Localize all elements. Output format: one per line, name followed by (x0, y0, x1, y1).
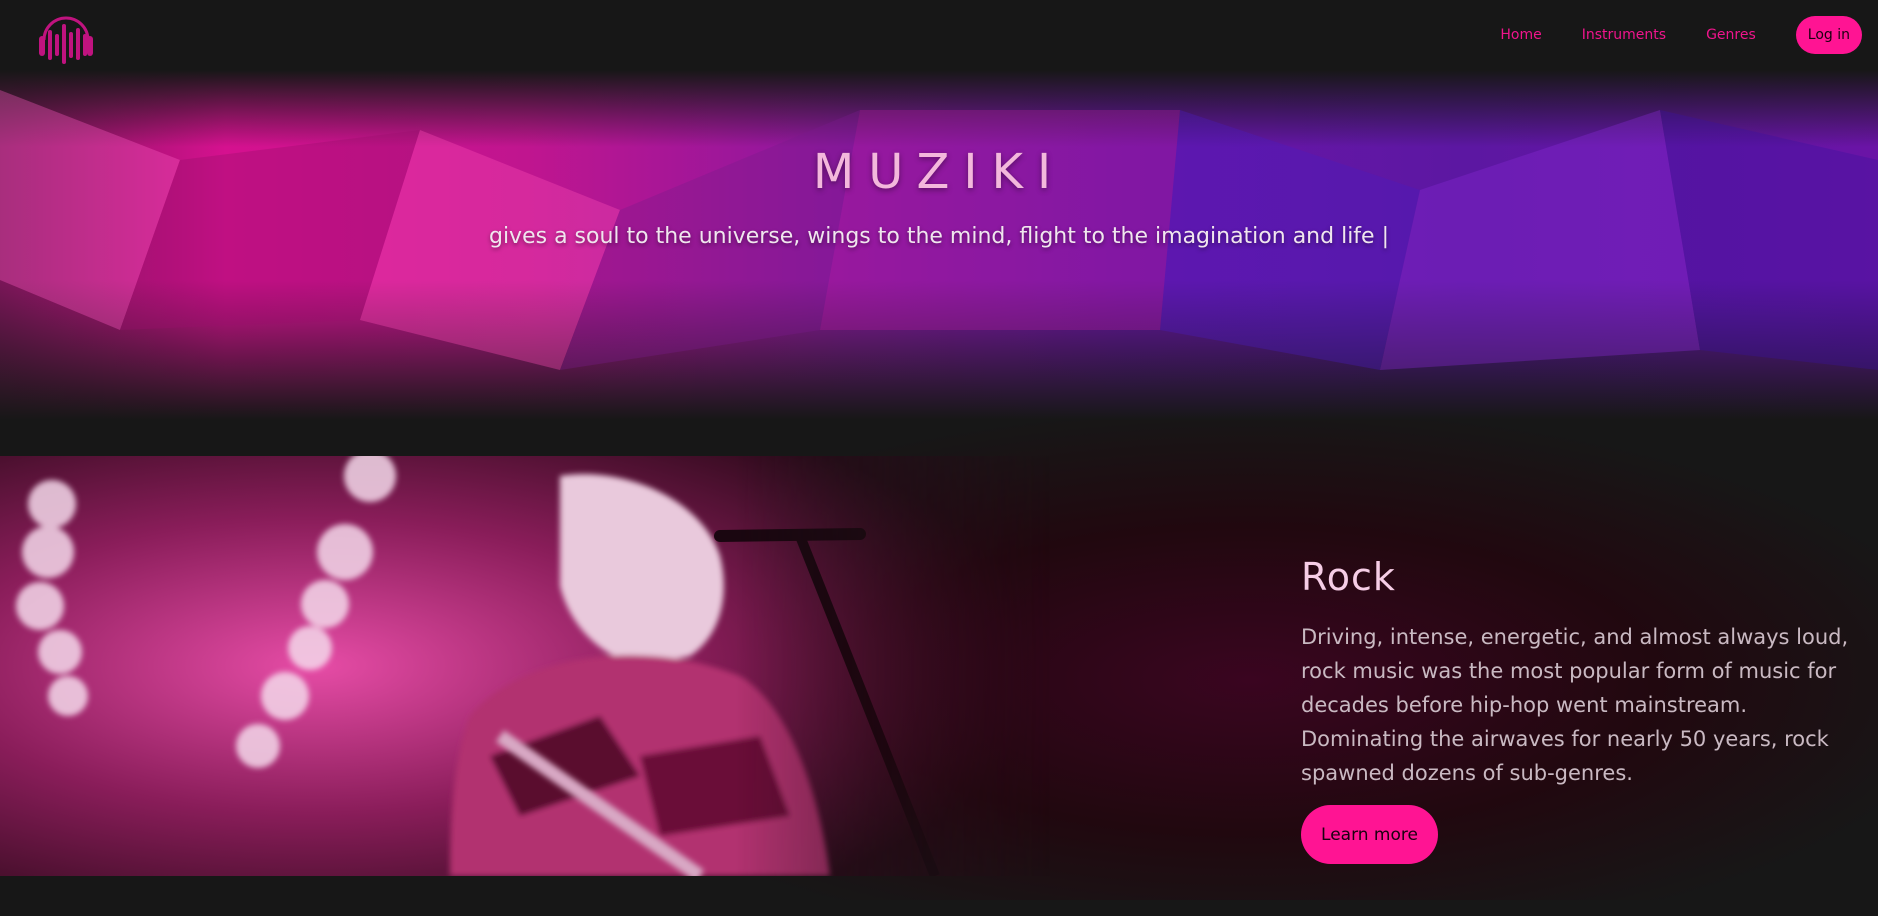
guitarist-illustration (0, 456, 1050, 876)
login-button[interactable]: Log in (1795, 16, 1862, 54)
learn-more-button[interactable]: Learn more (1301, 805, 1438, 864)
nav-link-genres[interactable]: Genres (1706, 27, 1756, 43)
hero-title: MUZIKI (812, 144, 1066, 200)
navbar: Home Instruments Genres Log in (0, 0, 1878, 70)
hero-subtitle: gives a soul to the universe, wings to t… (488, 224, 1389, 249)
genre-description: Driving, intense, energetic, and almost … (1301, 625, 1849, 785)
nav-links: Home Instruments Genres Log in (1500, 16, 1862, 54)
nav-link-home[interactable]: Home (1500, 27, 1541, 43)
headphones-logo-icon[interactable] (36, 6, 96, 64)
nav-link-instruments[interactable]: Instruments (1582, 27, 1666, 43)
genre-title: Rock (1301, 555, 1396, 599)
rock-guitarist-image (0, 456, 1050, 876)
genre-feature-section: Rock Driving, intense, energetic, and al… (0, 420, 1878, 916)
hero-banner: MUZIKI gives a soul to the universe, win… (0, 70, 1878, 420)
